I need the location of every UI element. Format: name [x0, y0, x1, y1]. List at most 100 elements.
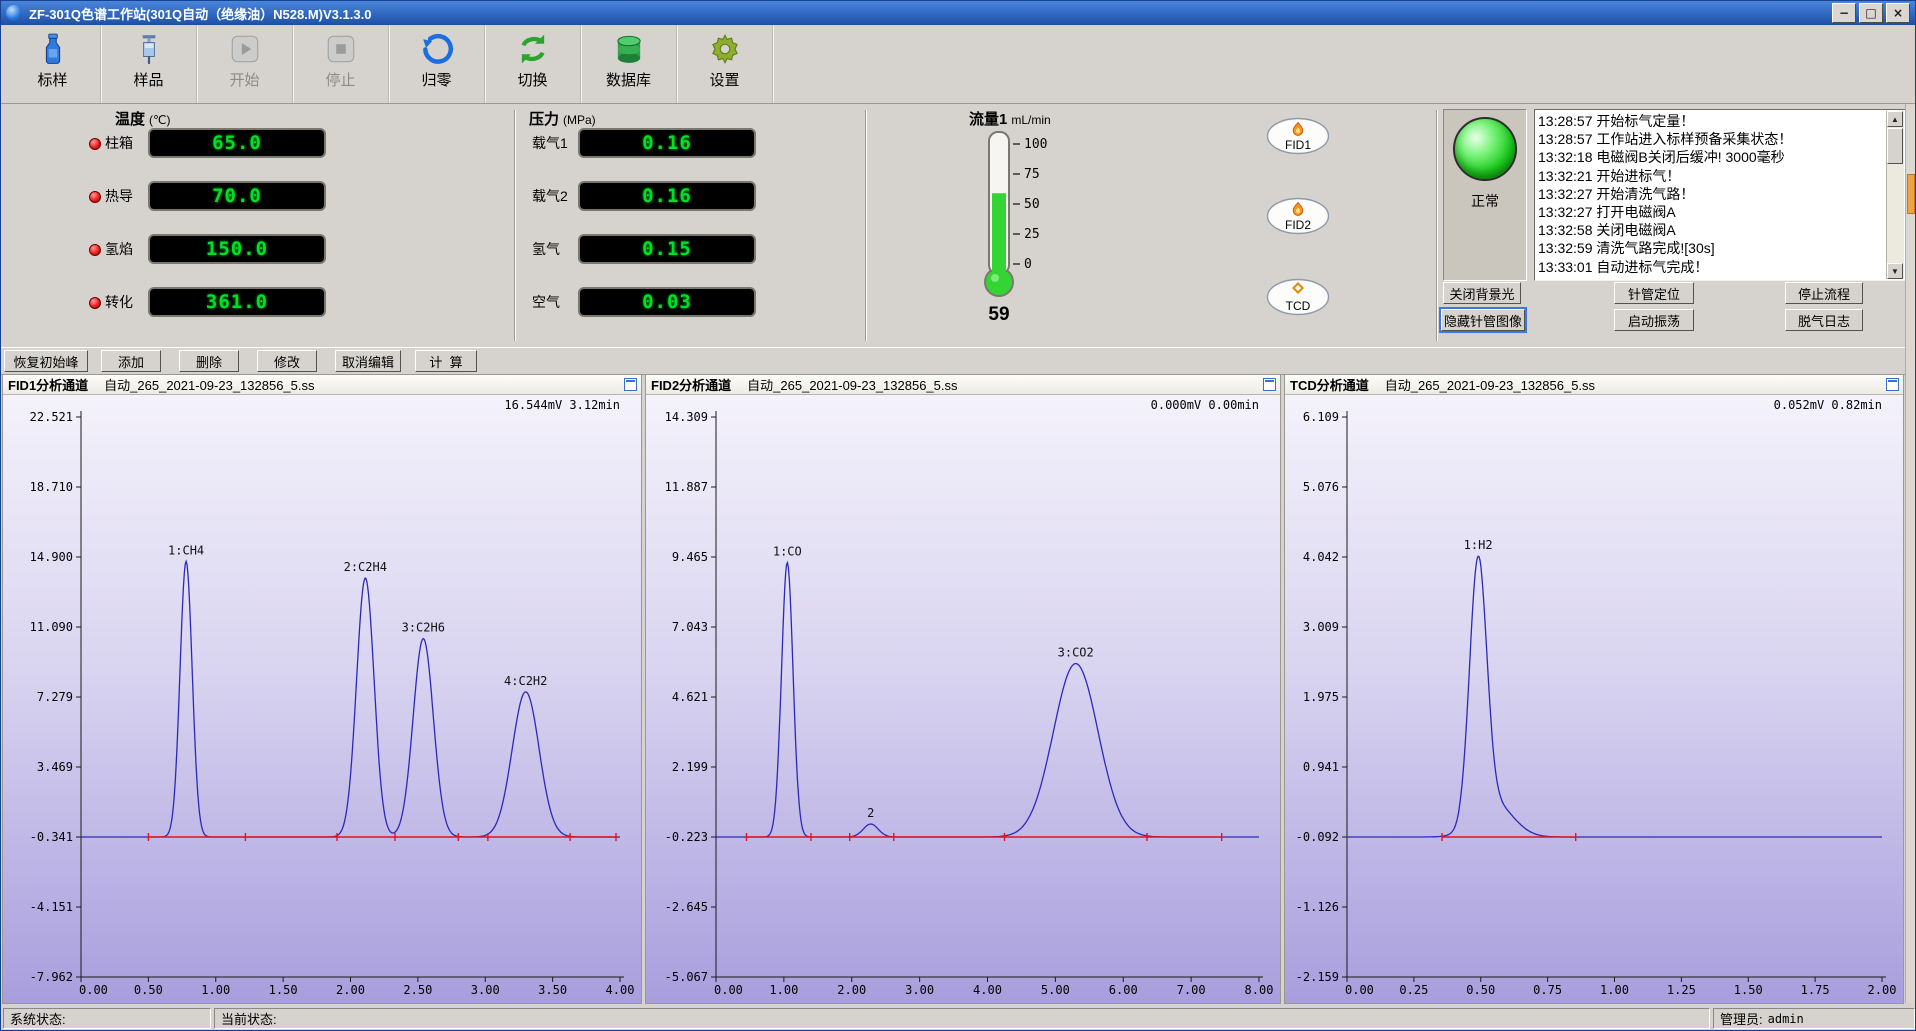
toolbar-label-switch: 切换 [517, 69, 547, 90]
x-axis-tick: 0.00 [79, 983, 108, 997]
y-axis-tick: -0.223 [665, 830, 708, 844]
toolbar-label-sample: 样品 [133, 69, 163, 90]
y-axis-tick: 3.469 [37, 760, 73, 774]
x-axis-tick: 0.50 [1466, 983, 1495, 997]
current-status-cell: 当前状态: [214, 1008, 1710, 1029]
y-axis-tick: 11.887 [665, 480, 708, 494]
y-axis-tick: 14.309 [665, 410, 708, 424]
chromatogram-svg: 22.52118.71014.90011.0907.2793.469-0.341… [3, 395, 641, 1003]
peak-label: 2 [867, 806, 874, 820]
peak-edit-toolbar: 恢复初始峰添加删除修改取消编辑计 算 [1, 347, 1915, 375]
needle-position-button[interactable]: 针管定位 [1614, 282, 1694, 304]
bottle-icon [36, 32, 70, 66]
x-axis-tick: 8.00 [1245, 983, 1274, 997]
chart-header: FID1分析通道 自动_265_2021-09-23_132856_5.ss [3, 375, 641, 395]
delete-peak-button[interactable]: 删除 [179, 350, 239, 372]
x-axis-tick: 3.50 [538, 983, 567, 997]
y-axis-tick: 5.076 [1303, 480, 1339, 494]
current-status-label: 当前状态: [221, 1009, 277, 1028]
stop-flow-button[interactable]: 停止流程 [1785, 282, 1863, 304]
signal-reading: 0.052mV 0.82min [1774, 398, 1882, 412]
x-axis-tick: 0.25 [1399, 983, 1428, 997]
x-axis-tick: 1.50 [269, 983, 298, 997]
x-axis-tick: 2.00 [1868, 983, 1897, 997]
x-axis-tick: 1.75 [1801, 983, 1830, 997]
chart-channel-title: FID2分析通道 [651, 375, 731, 394]
toolbar-button-zero[interactable]: 归零 [389, 25, 485, 103]
zero-icon [420, 32, 454, 66]
peak-label: 2:C2H4 [344, 560, 387, 574]
degas-log-button[interactable]: 脱气日志 [1785, 309, 1863, 331]
x-axis-tick: 3.00 [471, 983, 500, 997]
system-status-cell: 系统状态: [3, 1008, 211, 1029]
chart-file-name: 自动_265_2021-09-23_132856_5.ss [104, 375, 314, 394]
peak-label: 1:H2 [1464, 538, 1493, 552]
signal-reading: 0.000mV 0.00min [1151, 398, 1259, 412]
toolbar-button-database[interactable]: 数据库 [581, 25, 677, 103]
x-axis-tick: 2.00 [837, 983, 866, 997]
y-axis-tick: -5.067 [665, 970, 708, 984]
hide-needle-image-button[interactable]: 隐藏针管图像 [1441, 309, 1525, 331]
chromatogram-area[interactable]: 14.30911.8879.4657.0434.6212.199-0.223-2… [646, 395, 1280, 1003]
add-peak-button[interactable]: 添加 [101, 350, 161, 372]
y-axis-tick: 1.975 [1303, 690, 1339, 704]
chart-file-name: 自动_265_2021-09-23_132856_5.ss [747, 375, 957, 394]
toolbar-label-zero: 归零 [421, 69, 451, 90]
window-controls: − □ × [1832, 3, 1910, 23]
x-axis-tick: 1.00 [201, 983, 230, 997]
minimize-button[interactable]: − [1832, 3, 1856, 23]
modify-peak-button[interactable]: 修改 [257, 350, 317, 372]
close-button[interactable]: × [1886, 3, 1910, 23]
toolbar-button-stop[interactable]: 停止 [293, 25, 389, 103]
y-axis-tick: 14.900 [30, 550, 73, 564]
chart-header: TCD分析通道 自动_265_2021-09-23_132856_5.ss [1285, 375, 1903, 395]
chart-maximize-icon[interactable] [1886, 378, 1899, 391]
chart-panel-1: FID1分析通道 自动_265_2021-09-23_132856_5.ss 2… [3, 375, 641, 1003]
x-axis-tick: 0.00 [1345, 983, 1374, 997]
chromatogram-area[interactable]: 6.1095.0764.0423.0091.9750.941-0.092-1.1… [1285, 395, 1903, 1003]
y-axis-tick: 4.621 [672, 690, 708, 704]
edge-scroll-marker[interactable] [1907, 174, 1915, 214]
chart-panel-2: FID2分析通道 自动_265_2021-09-23_132856_5.ss 1… [646, 375, 1280, 1003]
close-backlight-button[interactable]: 关闭背景光 [1443, 282, 1521, 304]
y-axis-tick: -2.645 [665, 900, 708, 914]
toolbar-label-settings: 设置 [709, 69, 739, 90]
y-axis-tick: -0.092 [1296, 830, 1339, 844]
restore-initial-peaks-button[interactable]: 恢复初始峰 [4, 350, 88, 372]
toolbar-button-sample[interactable]: 样品 [101, 25, 197, 103]
toolbar-button-settings[interactable]: 设置 [677, 25, 773, 103]
x-axis-tick: 1.50 [1734, 983, 1763, 997]
x-axis-tick: 1.00 [769, 983, 798, 997]
status-bar: 系统状态: 当前状态: 管理员:admin [1, 1005, 1915, 1031]
play-icon [228, 32, 262, 66]
y-axis-tick: -4.151 [30, 900, 73, 914]
cancel-edit-button[interactable]: 取消编辑 [335, 350, 401, 372]
chart-maximize-icon[interactable] [624, 378, 637, 391]
switch-icon [516, 32, 550, 66]
peak-label: 3:CO2 [1058, 646, 1094, 660]
x-axis-tick: 3.00 [905, 983, 934, 997]
chromatogram-area[interactable]: 22.52118.71014.90011.0907.2793.469-0.341… [3, 395, 641, 1003]
peak-label: 1:CH4 [168, 543, 204, 557]
chromatogram-trace [81, 561, 620, 837]
y-axis-tick: -1.126 [1296, 900, 1339, 914]
calculate-button[interactable]: 计 算 [415, 350, 477, 372]
peak-label: 3:C2H6 [402, 621, 445, 635]
chart-maximize-icon[interactable] [1263, 378, 1276, 391]
chromatogram-trace [1347, 556, 1882, 837]
x-axis-tick: 6.00 [1109, 983, 1138, 997]
toolbar-button-start[interactable]: 开始 [197, 25, 293, 103]
toolbar-button-switch[interactable]: 切换 [485, 25, 581, 103]
toolbar-label-stop: 停止 [325, 69, 355, 90]
y-axis-tick: 7.043 [672, 620, 708, 634]
start-oscillation-button[interactable]: 启动振荡 [1614, 309, 1694, 331]
right-edge-panel [1905, 104, 1916, 1003]
maximize-button[interactable]: □ [1859, 3, 1883, 23]
title-bar[interactable]: ZF-301Q色谱工作站(301Q自动（绝缘油）N528.M)V3.1.3.0 … [1, 1, 1915, 25]
toolbar-button-standard[interactable]: 标样 [5, 25, 101, 103]
y-axis-tick: 7.279 [37, 690, 73, 704]
chart-panel-3: TCD分析通道 自动_265_2021-09-23_132856_5.ss 6.… [1285, 375, 1903, 1003]
x-axis-tick: 1.00 [1600, 983, 1629, 997]
gear-icon [708, 32, 742, 66]
y-axis-tick: 4.042 [1303, 550, 1339, 564]
